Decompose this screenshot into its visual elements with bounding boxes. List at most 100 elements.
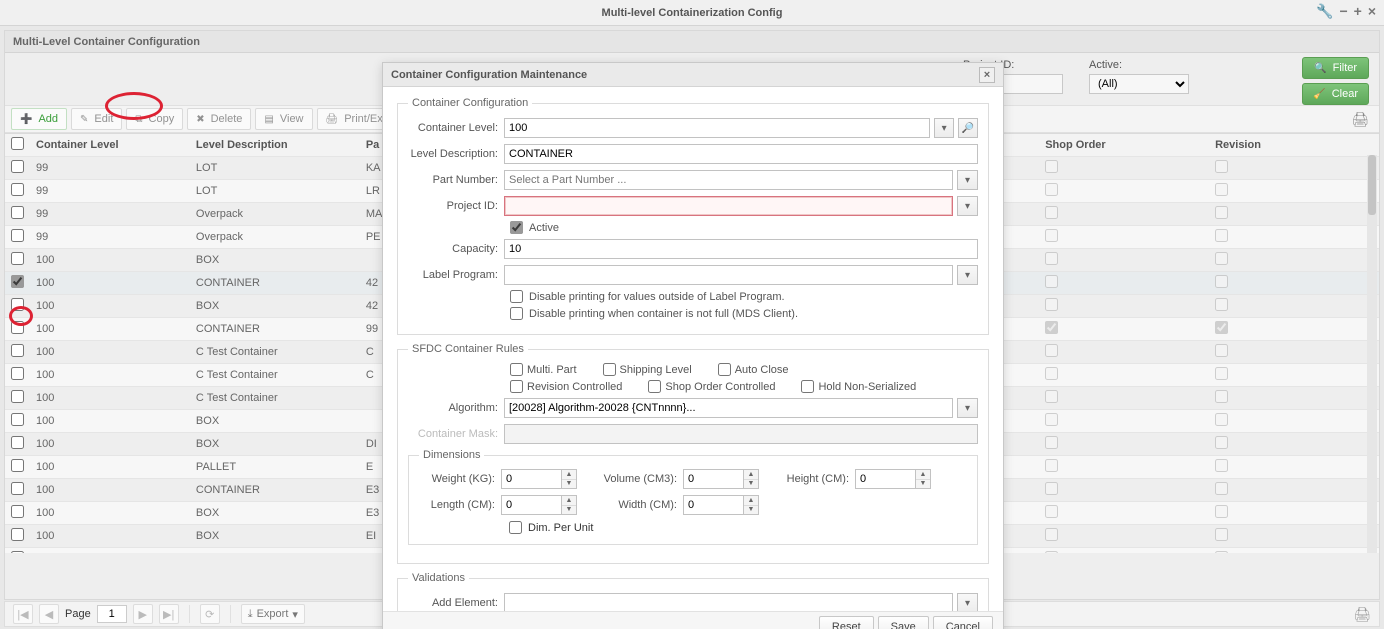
pager-first-button[interactable]: |◀ xyxy=(13,604,33,624)
pager-page-input[interactable] xyxy=(97,605,127,623)
dropdown-icon[interactable]: ▾ xyxy=(957,196,978,216)
legend-validations: Validations xyxy=(408,572,469,584)
row-checkbox[interactable] xyxy=(11,436,24,449)
wrench-icon[interactable]: 🔧 xyxy=(1316,4,1333,18)
checkbox-active[interactable] xyxy=(510,221,523,234)
input-algorithm[interactable] xyxy=(504,398,953,418)
chevron-up-icon[interactable]: ▲ xyxy=(916,470,930,480)
maximize-icon[interactable]: + xyxy=(1354,4,1362,18)
row-checkbox[interactable] xyxy=(11,367,24,380)
pager-next-button[interactable]: ▶ xyxy=(133,604,153,624)
row-checkbox[interactable] xyxy=(11,298,24,311)
copy-button[interactable]: ⧉Copy xyxy=(126,108,183,130)
label-active: Active: xyxy=(1089,59,1189,71)
chevron-up-icon[interactable]: ▲ xyxy=(744,496,758,506)
minimize-icon[interactable]: − xyxy=(1339,4,1347,18)
row-checkbox[interactable] xyxy=(11,321,24,334)
checkbox-auto-close[interactable] xyxy=(718,363,731,376)
checkbox-disable-notfull[interactable] xyxy=(510,307,523,320)
input-level-desc[interactable] xyxy=(504,144,978,164)
dialog-header[interactable]: Container Configuration Maintenance × xyxy=(383,63,1003,87)
delete-button[interactable]: ✖Delete xyxy=(187,108,251,130)
row-checkbox[interactable] xyxy=(11,183,24,196)
cell-shop-order xyxy=(1039,502,1209,525)
checkbox-dim-per-unit[interactable] xyxy=(509,521,522,534)
clear-button[interactable]: Clear xyxy=(1302,83,1369,105)
add-button[interactable]: ➕Add xyxy=(11,108,67,130)
checkbox-revision-controlled[interactable] xyxy=(510,380,523,393)
select-active[interactable]: (All) xyxy=(1089,74,1189,94)
cell-shop-order xyxy=(1039,249,1209,272)
refresh-button[interactable]: ⟳ xyxy=(200,604,220,624)
lookup-icon[interactable]: 🔎 xyxy=(958,118,978,138)
spinner-height[interactable]: ▲▼ xyxy=(855,469,947,489)
chevron-down-icon[interactable]: ▼ xyxy=(562,480,576,489)
input-add-element[interactable] xyxy=(504,593,953,611)
checkbox-disable-outside[interactable] xyxy=(510,290,523,303)
chevron-up-icon[interactable]: ▲ xyxy=(562,470,576,480)
row-checkbox[interactable] xyxy=(11,482,24,495)
dropdown-icon[interactable]: ▾ xyxy=(934,118,954,138)
cell-revision xyxy=(1209,387,1379,410)
row-checkbox[interactable] xyxy=(11,528,24,541)
chevron-down-icon[interactable]: ▼ xyxy=(744,480,758,489)
view-button[interactable]: ▤View xyxy=(255,108,312,130)
row-checkbox[interactable] xyxy=(11,252,24,265)
legend-dimensions: Dimensions xyxy=(419,449,484,461)
input-project-id-modal[interactable] xyxy=(504,196,953,216)
col-revision[interactable]: Revision xyxy=(1209,134,1379,157)
input-part-number[interactable] xyxy=(504,170,953,190)
row-checkbox[interactable] xyxy=(11,413,24,426)
dropdown-icon[interactable]: ▾ xyxy=(957,170,978,190)
spinner-length[interactable]: ▲▼ xyxy=(501,495,593,515)
printer-icon-pager[interactable]: 🖨 xyxy=(1353,606,1371,623)
row-checkbox[interactable] xyxy=(11,390,24,403)
checkbox-shipping-level[interactable] xyxy=(603,363,616,376)
chevron-up-icon[interactable]: ▲ xyxy=(744,470,758,480)
reset-button[interactable]: Reset xyxy=(819,616,874,629)
spinner-volume[interactable]: ▲▼ xyxy=(683,469,775,489)
dropdown-icon[interactable]: ▾ xyxy=(957,593,978,611)
printer-icon-right[interactable]: 🖨 xyxy=(1351,111,1373,128)
scrollbar-thumb[interactable] xyxy=(1368,155,1376,215)
vertical-scrollbar[interactable] xyxy=(1367,155,1377,553)
row-checkbox[interactable] xyxy=(11,551,24,553)
edit-button[interactable]: ✎Edit xyxy=(71,108,122,130)
export-button[interactable]: ⤓Export▾ xyxy=(241,604,305,624)
chevron-down-icon[interactable]: ▼ xyxy=(916,480,930,489)
dropdown-icon[interactable]: ▾ xyxy=(957,265,978,285)
checkbox-shop-order-controlled[interactable] xyxy=(648,380,661,393)
close-icon[interactable]: × xyxy=(1368,4,1376,18)
row-checkbox[interactable] xyxy=(11,206,24,219)
cell-shop-order xyxy=(1039,525,1209,548)
input-label-program[interactable] xyxy=(504,265,953,285)
dialog-close-button[interactable]: × xyxy=(979,67,995,83)
spinner-weight[interactable]: ▲▼ xyxy=(501,469,593,489)
input-capacity[interactable] xyxy=(504,239,978,259)
row-checkbox[interactable] xyxy=(11,229,24,242)
dropdown-icon[interactable]: ▾ xyxy=(957,398,978,418)
col-shop-order[interactable]: Shop Order xyxy=(1039,134,1209,157)
row-checkbox[interactable] xyxy=(11,160,24,173)
pager-last-button[interactable]: ▶| xyxy=(159,604,179,624)
cancel-button[interactable]: Cancel xyxy=(933,616,993,629)
pager-prev-button[interactable]: ◀ xyxy=(39,604,59,624)
cell-shop-order xyxy=(1039,157,1209,180)
row-checkbox[interactable] xyxy=(11,505,24,518)
row-checkbox[interactable] xyxy=(11,459,24,472)
cell-level-description: CONTAINER xyxy=(190,318,360,341)
chevron-up-icon[interactable]: ▲ xyxy=(562,496,576,506)
checkbox-hold-non-serial[interactable] xyxy=(801,380,814,393)
row-checkbox[interactable] xyxy=(11,275,24,288)
chevron-down-icon[interactable]: ▼ xyxy=(744,506,758,515)
input-container-level[interactable] xyxy=(504,118,930,138)
col-level-description[interactable]: Level Description xyxy=(190,134,360,157)
chevron-down-icon[interactable]: ▼ xyxy=(562,506,576,515)
checkbox-multi-part[interactable] xyxy=(510,363,523,376)
row-checkbox[interactable] xyxy=(11,344,24,357)
spinner-width[interactable]: ▲▼ xyxy=(683,495,775,515)
save-button[interactable]: Save xyxy=(878,616,929,629)
filter-button[interactable]: Filter xyxy=(1302,57,1369,79)
col-container-level[interactable]: Container Level xyxy=(30,134,190,157)
col-checkbox[interactable] xyxy=(5,134,30,157)
